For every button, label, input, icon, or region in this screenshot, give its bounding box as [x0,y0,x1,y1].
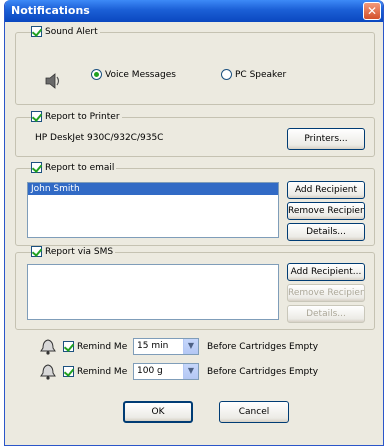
sms-checkbox[interactable] [31,246,42,257]
printer-legend: Report to Printer [31,111,122,122]
printer-name: HP DeskJet 930C/932C/935C [35,133,164,143]
reminder-time-label: Remind Me [77,341,128,352]
add-email-recipient-button[interactable]: Add Recipient [287,181,365,199]
remove-sms-recipient-button[interactable]: Remove Recipient [287,284,365,302]
email-details-button[interactable]: Details... [287,223,365,241]
ok-button[interactable]: OK [123,401,193,423]
printer-checkbox[interactable] [31,111,42,122]
printer-label: Report to Printer [45,111,120,122]
reminder-amount-suffix: Before Cartridges Empty [207,367,319,377]
bell-icon [40,339,56,355]
pc-speaker-radio[interactable] [221,69,232,80]
add-sms-recipient-button[interactable]: Add Recipient... [287,263,365,281]
sound-alert-checkbox[interactable] [31,26,42,37]
speaker-icon [45,73,60,89]
chevron-down-icon[interactable]: ▼ [183,364,198,379]
reminder-amount-select[interactable]: 100 g ▼ [133,363,199,380]
voice-messages-radio[interactable] [91,69,102,80]
voice-messages-label: Voice Messages [105,69,176,80]
email-label: Report to email [45,162,115,173]
list-item[interactable]: John Smith [28,183,278,195]
reminder-amount-checkbox[interactable] [63,366,74,377]
remove-email-recipient-button[interactable]: Remove Recipient [287,202,365,220]
bell-icon [40,364,56,380]
notifications-dialog: Notifications ✕ Sound Alert Voice Messag… [4,0,384,446]
printers-button[interactable]: Printers... [287,128,365,150]
sound-alert-group [15,32,375,105]
reminder-time-suffix: Before Cartridges Empty [207,342,319,352]
voice-messages-option[interactable]: Voice Messages [91,69,176,80]
sms-recipient-list[interactable] [27,264,279,320]
reminder-time-select[interactable]: 15 min ▼ [133,338,199,355]
close-button[interactable]: ✕ [363,2,381,20]
cancel-button[interactable]: Cancel [219,401,289,423]
email-legend: Report to email [31,162,117,173]
email-recipient-list[interactable]: John Smith [27,182,279,238]
sms-label: Report via SMS [45,246,114,257]
sound-alert-label: Sound Alert [45,26,98,37]
reminder-amount-check[interactable]: Remind Me [63,366,127,377]
reminder-amount-label: Remind Me [77,366,128,377]
chevron-down-icon[interactable]: ▼ [183,339,198,354]
reminder-time-checkbox[interactable] [63,341,74,352]
pc-speaker-option[interactable]: PC Speaker [221,69,286,80]
sound-alert-legend: Sound Alert [31,26,100,37]
window-title: Notifications [11,4,90,17]
pc-speaker-label: PC Speaker [235,69,287,80]
reminder-time-value: 15 min [137,341,169,351]
reminder-amount-value: 100 g [137,366,163,376]
sms-details-button[interactable]: Details... [287,305,365,323]
sms-legend: Report via SMS [31,246,116,257]
reminder-time-check[interactable]: Remind Me [63,341,127,352]
email-checkbox[interactable] [31,162,42,173]
title-bar[interactable]: Notifications ✕ [5,0,383,22]
